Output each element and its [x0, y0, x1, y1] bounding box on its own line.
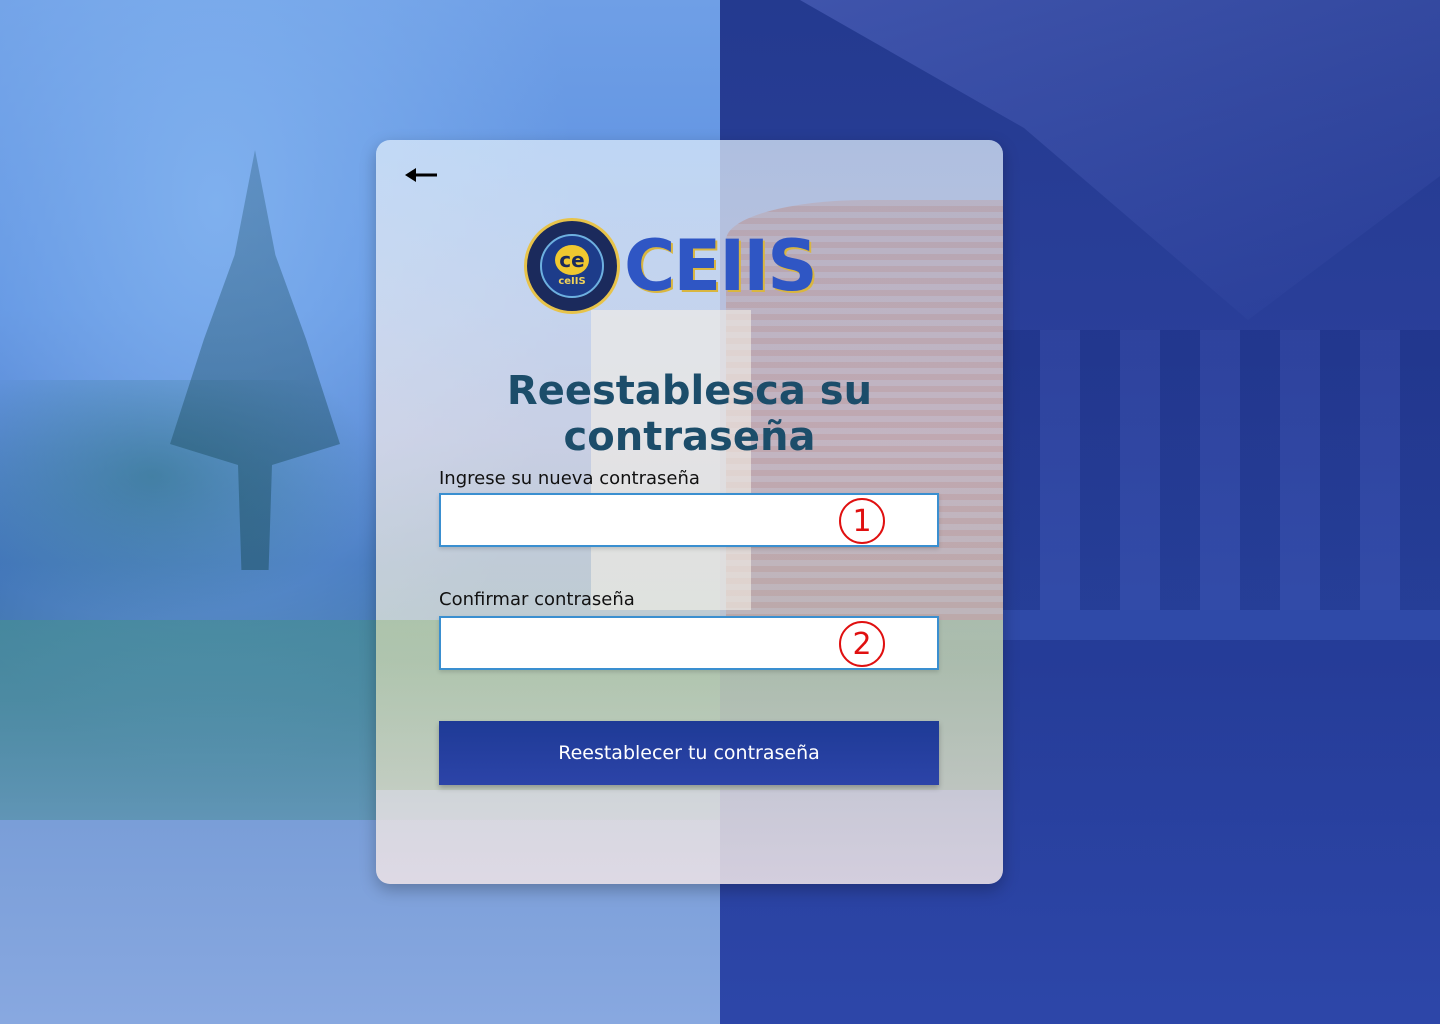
page-title: Reestablesca su contraseña — [506, 368, 873, 460]
arrow-left-icon — [405, 168, 437, 182]
reset-password-button[interactable]: Reestablecer tu contraseña — [439, 721, 939, 785]
ceiis-logo: ce ceIIS CEIIS — [524, 218, 818, 314]
confirm-password-label: Confirmar contraseña — [439, 589, 635, 610]
reset-password-card: ce ceIIS CEIIS Reestablesca su contraseñ… — [376, 140, 1003, 884]
step-marker-2: 2 — [839, 621, 885, 667]
background-building — [1000, 330, 1440, 610]
seal-subtext: ceIIS — [558, 276, 586, 287]
confirm-password-field-wrapper: 2 — [439, 616, 939, 670]
brand-name: CEIIS — [624, 225, 818, 307]
back-button[interactable] — [404, 162, 440, 188]
confirm-password-input[interactable] — [451, 618, 835, 668]
new-password-label: Ingrese su nueva contraseña — [439, 468, 700, 489]
ceiis-seal: ce ceIIS — [524, 218, 620, 314]
card-background-house — [591, 310, 751, 610]
new-password-input[interactable] — [451, 495, 835, 545]
seal-mark: ce — [555, 245, 589, 275]
step-marker-1: 1 — [839, 498, 885, 544]
new-password-field-wrapper: 1 — [439, 493, 939, 547]
